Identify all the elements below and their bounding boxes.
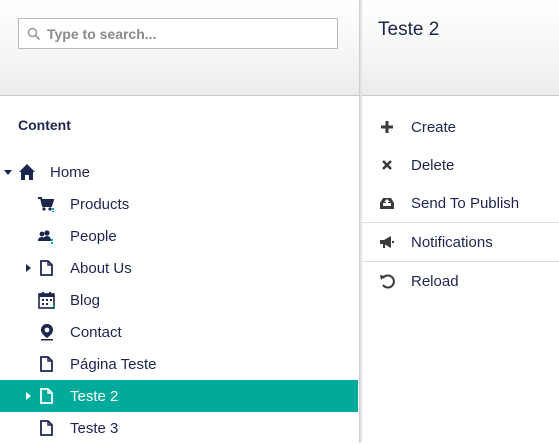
tree-item-label: Teste 3 [70, 419, 119, 437]
notifications-label: Notifications [411, 233, 493, 251]
tree-item-label: Teste 2 [70, 387, 119, 405]
search-box[interactable] [18, 18, 338, 49]
close-icon [382, 160, 392, 170]
tree-item-products[interactable]: Products [0, 188, 358, 220]
reload-label: Reload [411, 272, 459, 290]
tree-item-people[interactable]: People [0, 220, 358, 252]
calendar-icon [38, 292, 55, 309]
delete-label: Delete [411, 156, 455, 174]
tree-item-contact[interactable]: Contact [0, 316, 358, 348]
create-action[interactable]: Create [362, 108, 559, 146]
tree-item-label: People [70, 227, 117, 245]
reload-action[interactable]: Reload [362, 261, 559, 300]
people-icon [38, 230, 53, 244]
caret-right-icon[interactable] [24, 392, 32, 400]
publish-icon [380, 198, 394, 209]
home-icon [19, 164, 35, 180]
send-to-publish-action[interactable]: Send To Publish [362, 184, 559, 222]
tree-item-about-us[interactable]: About Us [0, 252, 358, 284]
tree-item-label: Blog [70, 291, 101, 309]
content-tree: Home Products People About Us Blog Conta… [0, 156, 358, 444]
page-title: Teste 2 [378, 19, 440, 40]
actions-menu: Create Delete Send To Publish Notificati… [362, 108, 559, 300]
tree-item-pagina-teste[interactable]: Página Teste [0, 348, 358, 380]
megaphone-icon [380, 236, 394, 248]
tree-item-label: Products [70, 195, 130, 213]
map-pin-icon [41, 324, 53, 341]
plus-icon [381, 121, 393, 133]
delete-action[interactable]: Delete [362, 146, 559, 184]
document-icon [40, 356, 53, 372]
reload-icon [380, 274, 395, 289]
tree-item-label: About Us [70, 259, 132, 277]
tree-item-teste-2[interactable]: Teste 2 [0, 380, 358, 412]
tree-item-home[interactable]: Home [0, 156, 358, 188]
tree-item-label: Contact [70, 323, 122, 341]
document-icon [40, 388, 53, 404]
document-icon [40, 260, 53, 276]
tree-header [0, 0, 359, 96]
search-input[interactable] [47, 25, 327, 42]
document-icon [40, 420, 53, 436]
caret-right-icon[interactable] [24, 264, 32, 272]
create-label: Create [411, 118, 457, 136]
node-header [362, 0, 559, 96]
content-section-title: Content [18, 117, 71, 133]
send-to-publish-label: Send To Publish [411, 194, 520, 212]
tree-item-label: Home [50, 163, 91, 181]
notifications-action[interactable]: Notifications [362, 222, 559, 261]
caret-down-icon[interactable] [4, 168, 12, 176]
tree-item-blog[interactable]: Blog [0, 284, 358, 316]
cart-icon [38, 197, 54, 212]
tree-item-label: Página Teste [70, 355, 157, 373]
search-icon [27, 27, 41, 40]
tree-item-teste-3[interactable]: Teste 3 [0, 412, 358, 444]
